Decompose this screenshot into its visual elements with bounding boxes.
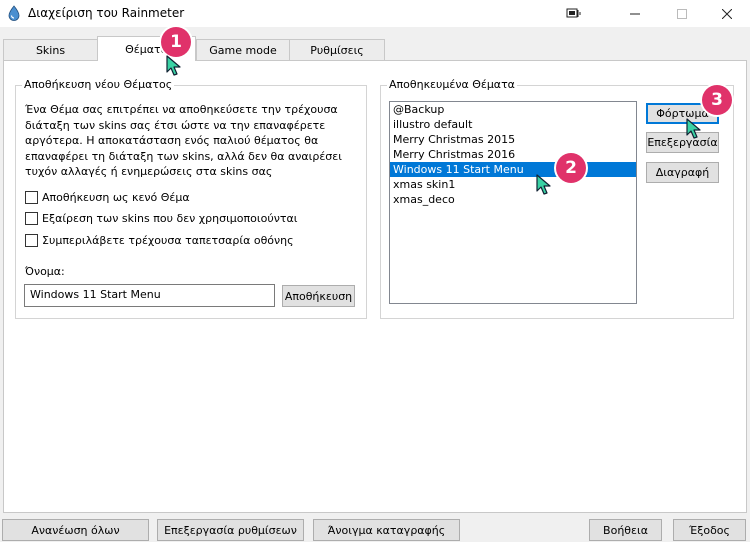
saved-themes-group-title: Αποθηκευμένα Θέματα	[387, 78, 517, 91]
list-item-selected[interactable]: Windows 11 Start Menu	[390, 162, 636, 177]
step-badge-3: 3	[702, 85, 732, 115]
list-item[interactable]: xmas skin1	[390, 177, 636, 192]
minimize-button[interactable]	[612, 0, 658, 27]
list-item[interactable]: illustro default	[390, 117, 636, 132]
checkbox-include-wallpaper[interactable]: Συμπεριλάβετε τρέχουσα ταπετσαρία οθόνης	[25, 234, 294, 247]
mouse-cursor-icon	[686, 118, 702, 140]
close-button[interactable]	[704, 0, 750, 27]
tab-game-mode[interactable]: Game mode	[196, 39, 290, 60]
mouse-cursor-icon	[166, 55, 182, 77]
list-item[interactable]: Merry Christmas 2016	[390, 147, 636, 162]
tab-label: Skins	[35, 43, 66, 57]
edit-button[interactable]: Επεξεργασία	[646, 132, 719, 153]
refresh-all-button[interactable]: Ανανέωση όλων	[2, 519, 149, 541]
step-badge-1: 1	[161, 27, 191, 57]
delete-button[interactable]: Διαγραφή	[646, 162, 719, 183]
checkbox-label: Αποθήκευση ως κενό Θέμα	[42, 191, 190, 204]
step-badge-2: 2	[556, 153, 586, 183]
rainmeter-drop-icon	[6, 5, 22, 21]
tab-label: Ρυθμίσεις	[310, 43, 364, 57]
checkbox[interactable]	[25, 234, 38, 247]
open-log-button[interactable]: Άνοιγμα καταγραφής	[313, 519, 460, 541]
theme-name-input[interactable]: Windows 11 Start Menu	[24, 284, 275, 307]
saved-themes-list[interactable]: @Backup illustro default Merry Christmas…	[389, 101, 637, 304]
tab-label: Game mode	[209, 43, 277, 57]
checkbox-save-empty[interactable]: Αποθήκευση ως κενό Θέμα	[25, 191, 190, 204]
save-theme-group-title: Αποθήκευση νέου Θέματος	[22, 78, 175, 91]
list-item[interactable]: @Backup	[390, 102, 636, 117]
tab-settings[interactable]: Ρυθμίσεις	[289, 39, 385, 60]
save-button[interactable]: Αποθήκευση	[282, 285, 355, 307]
list-item[interactable]: xmas_deco	[390, 192, 636, 207]
exit-button[interactable]: Έξοδος	[673, 519, 746, 541]
name-label: Όνομα:	[25, 265, 65, 278]
checkbox[interactable]	[25, 212, 38, 225]
checkbox-exclude-unused[interactable]: Εξαίρεση των skins που δεν χρησιμοποιούν…	[25, 212, 297, 225]
maximize-button[interactable]	[659, 0, 705, 27]
list-item[interactable]: Merry Christmas 2015	[390, 132, 636, 147]
checkbox-label: Συμπεριλάβετε τρέχουσα ταπετσαρία οθόνης	[42, 234, 294, 247]
window-title: Διαχείριση του Rainmeter	[28, 6, 185, 20]
save-theme-description: Ένα Θέμα σας επιτρέπει να αποθηκεύσετε τ…	[25, 103, 342, 178]
tab-skins[interactable]: Skins	[3, 39, 98, 60]
checkbox[interactable]	[25, 191, 38, 204]
help-button[interactable]: Βοήθεια	[589, 519, 662, 541]
edit-settings-button[interactable]: Επεξεργασία ρυθμίσεων	[157, 519, 304, 541]
mouse-cursor-icon	[536, 174, 552, 196]
checkbox-label: Εξαίρεση των skins που δεν χρησιμοποιούν…	[42, 212, 298, 225]
game-mode-icon[interactable]	[551, 0, 597, 27]
